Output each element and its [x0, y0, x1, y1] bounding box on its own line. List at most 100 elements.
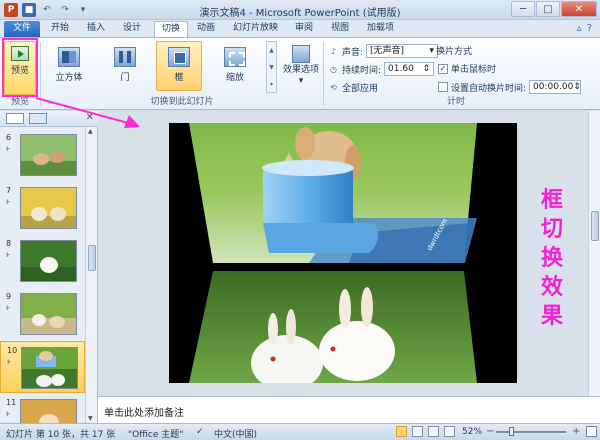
zoom-slider-knob[interactable] [509, 427, 515, 436]
slide-number: 10 [7, 346, 18, 355]
slides-pane: ✕ 6 ⱶ 7 ⱶ 8 ⱶ 9 ⱶ 10 ⱶ 11 ⱶ ▲ ▼ [0, 111, 98, 423]
caption-char: 果 [540, 304, 563, 329]
minimize-button[interactable]: ─ [511, 1, 535, 17]
gallery-more-icon[interactable]: ▾ [267, 76, 276, 93]
preview-highlight-frame [2, 38, 38, 97]
door-icon [114, 47, 136, 67]
tab-animations[interactable]: 动画 [190, 21, 222, 37]
slide-counter: 幻灯片 第 10 张，共 17 张 [6, 430, 116, 440]
transition-marker-icon: ⱶ [6, 303, 11, 312]
spinner-icon: ⇕ [422, 64, 431, 74]
group-divider [323, 42, 324, 106]
window-title: 演示文稿4 - Microsoft PowerPoint (试用版) [199, 8, 401, 19]
chevron-down-icon: ▾ [298, 76, 304, 86]
thumbnail-image [21, 347, 78, 389]
help-icon[interactable]: ? [587, 23, 592, 34]
tab-view[interactable]: 视图 [324, 21, 356, 37]
duration-icon: ◷ [330, 64, 337, 74]
spelling-icon[interactable]: ✓ [196, 427, 204, 437]
transition-zoom[interactable]: 缩放 [212, 41, 258, 91]
edit-area-scrollbar[interactable] [588, 111, 600, 396]
zoom-out-button[interactable]: − [486, 426, 494, 437]
slide-sorter-view-button[interactable] [412, 426, 423, 437]
scrollbar-thumb[interactable] [88, 245, 96, 271]
effect-options-button[interactable]: 效果选项 ▾ [282, 41, 320, 97]
zoom-slider[interactable] [496, 431, 566, 433]
minimize-ribbon-icon[interactable]: ▵ [577, 23, 582, 34]
slide-number: 7 [6, 186, 12, 195]
scroll-down-icon[interactable]: ▼ [88, 415, 93, 422]
transition-box[interactable]: 框 [156, 41, 202, 91]
duration-value: 01.60 [388, 64, 414, 74]
slide-thumbnail[interactable]: 6 ⱶ [0, 129, 85, 181]
slide-canvas[interactable]: dwrdtcom [169, 123, 517, 383]
apply-to-all-button[interactable]: ⟲ 全部应用 [328, 81, 378, 94]
on-click-label: 单击鼠标时 [451, 65, 497, 75]
tab-addins[interactable]: 加载项 [360, 21, 401, 37]
theme-name[interactable]: "Office 主题" [128, 427, 183, 440]
group-label-timing: 计时 [446, 97, 465, 107]
spinner-icon: ⇕ [573, 82, 581, 92]
slide-thumbnail-selected[interactable]: 10 ⱶ [0, 341, 85, 393]
close-button[interactable]: ✕ [561, 1, 597, 17]
tab-slideshow[interactable]: 幻灯片放映 [226, 21, 285, 37]
transition-label: 立方体 [55, 73, 83, 83]
tab-insert[interactable]: 插入 [80, 21, 112, 37]
auto-advance-label: 设置自动换片时间: [451, 83, 527, 94]
on-click-checkbox[interactable]: ✓ [438, 63, 448, 74]
duration-stepper[interactable]: 01.60 ⇕ [384, 62, 435, 76]
auto-advance-time-stepper[interactable]: 00:00.00 ⇕ [529, 80, 582, 94]
slide-thumbnail[interactable]: 8 ⱶ [0, 235, 85, 287]
title-bar: P ■ ↶ ↷ ▾ 演示文稿4 - Microsoft PowerPoint (… [0, 0, 600, 20]
ribbon: 预览 预览 立方体 门 框 缩放 ▲ ▼ ▾ 效果选项 ▾ 切换到此幻灯片 ♪ … [0, 37, 600, 110]
gallery-scroll-up-icon[interactable]: ▲ [267, 42, 276, 59]
maximize-button[interactable]: □ [536, 1, 560, 17]
gallery-scrollbar: ▲ ▼ ▾ [266, 41, 277, 93]
slides-pane-scrollbar[interactable]: ▲ ▼ [85, 127, 97, 423]
zoom-icon [224, 47, 246, 67]
slide-number: 9 [6, 292, 12, 301]
slide-thumbnail[interactable]: 7 ⱶ [0, 182, 85, 234]
effect-options-icon [292, 45, 310, 63]
close-pane-icon[interactable]: ✕ [86, 112, 94, 123]
auto-advance-checkbox[interactable] [438, 82, 448, 92]
normal-view-button[interactable] [396, 426, 407, 437]
caption-char: 换 [540, 246, 563, 271]
sound-icon: ♪ [330, 46, 337, 56]
reading-view-button[interactable] [428, 426, 439, 437]
zoom-in-button[interactable]: + [572, 426, 580, 437]
transition-cube[interactable]: 立方体 [46, 41, 92, 91]
scroll-up-icon[interactable]: ▲ [88, 128, 93, 135]
tab-design[interactable]: 设计 [116, 21, 148, 37]
tab-home[interactable]: 开始 [44, 21, 76, 37]
slide-number: 8 [6, 239, 12, 248]
caption-char: 框 [540, 188, 563, 213]
thumbnail-image [20, 134, 77, 176]
tab-file[interactable]: 文件 [4, 21, 40, 37]
slide-thumbnail[interactable]: 11 ⱶ [0, 394, 85, 423]
slideshow-view-button[interactable] [444, 426, 455, 437]
slide-number: 11 [6, 398, 17, 407]
transition-marker-icon: ⱶ [6, 144, 11, 153]
slide-thumbnail[interactable]: 9 ⱶ [0, 288, 85, 340]
language-indicator[interactable]: 中文(中国) [214, 427, 257, 440]
tab-transitions[interactable]: 切换 [154, 21, 189, 37]
fit-to-window-button[interactable] [586, 426, 597, 437]
pane-tabs: ✕ [0, 111, 98, 127]
box-icon [168, 47, 190, 67]
tab-review[interactable]: 审阅 [288, 21, 320, 37]
thumbnail-image [20, 187, 77, 229]
sound-dropdown[interactable]: [无声音] ▾ [366, 44, 439, 58]
zoom-level[interactable]: 52% [462, 427, 482, 437]
sound-label: 声音: [342, 47, 364, 58]
cube-icon [58, 47, 80, 67]
gallery-scroll-down-icon[interactable]: ▼ [267, 59, 276, 76]
slides-tab-icon[interactable] [6, 113, 24, 124]
transition-label: 框 [174, 73, 184, 83]
outline-tab-icon[interactable] [29, 113, 47, 124]
group-divider [40, 42, 41, 106]
slide-number: 6 [6, 133, 12, 142]
notes-pane[interactable]: 单击此处添加备注 [98, 396, 600, 423]
scrollbar-thumb[interactable] [591, 211, 599, 241]
transition-door[interactable]: 门 [102, 41, 148, 91]
